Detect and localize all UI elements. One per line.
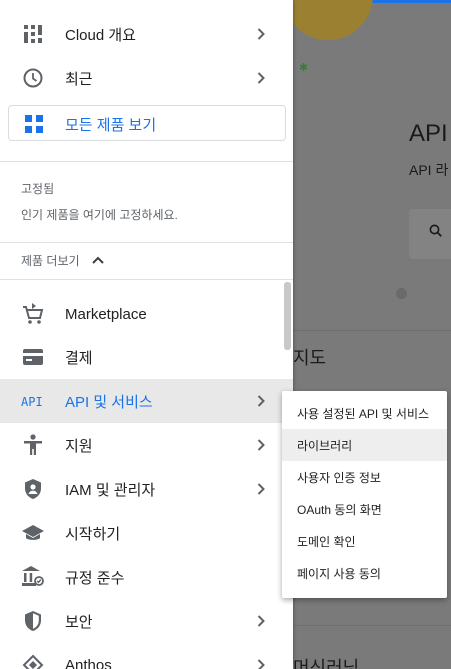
submenu-item-label: 라이브러리: [297, 438, 353, 453]
dashboard-icon: [21, 22, 45, 46]
chevron-right-icon: [257, 395, 265, 407]
search-icon: [429, 224, 442, 237]
hero-illustration: [283, 0, 373, 40]
scrollbar-thumb[interactable]: [284, 282, 291, 350]
grid-icon: [25, 115, 43, 133]
nav-item-label: 결제: [65, 349, 93, 367]
security-shield-icon: [21, 609, 45, 633]
submenu-item-label: OAuth 동의 화면: [297, 502, 382, 517]
nav-item-label: API 및 서비스: [65, 393, 153, 411]
compliance-icon: [21, 565, 45, 589]
pinned-section-title: 고정됨: [21, 182, 55, 196]
person-icon: [21, 433, 45, 457]
nav-item-iam-admin[interactable]: IAM 및 관리자: [0, 467, 293, 511]
graduation-cap-icon: [21, 521, 45, 545]
section-heading: 머신러닝: [293, 658, 360, 669]
api-services-submenu: 사용 설정된 API 및 서비스 라이브러리 사용자 인증 정보 OAuth 동…: [282, 391, 447, 598]
anthos-icon: [21, 653, 45, 669]
page-title: API: [409, 120, 448, 147]
nav-item-compliance[interactable]: 규정 준수: [0, 555, 293, 599]
chevron-right-icon: [257, 615, 265, 627]
chevron-right-icon: [257, 72, 265, 84]
nav-item-anthos[interactable]: Anthos: [0, 643, 293, 669]
nav-item-marketplace[interactable]: Marketplace: [0, 292, 293, 336]
api-icon: API: [21, 389, 45, 413]
chevron-up-icon: [91, 256, 104, 264]
cart-icon: [21, 302, 45, 326]
divider: [293, 330, 451, 331]
sparkle-icon: ✱: [299, 62, 309, 74]
nav-item-security[interactable]: 보안: [0, 599, 293, 643]
chevron-right-icon: [257, 28, 265, 40]
nav-item-label: Anthos: [65, 656, 112, 669]
more-products-label: 제품 더보기: [21, 253, 80, 268]
nav-item-label: 보안: [65, 613, 93, 631]
chevron-right-icon: [257, 659, 265, 669]
nav-item-support[interactable]: 지원: [0, 423, 293, 467]
clock-icon: [21, 66, 45, 90]
submenu-item-label: 사용자 인증 정보: [297, 470, 381, 485]
nav-item-label: 시작하기: [65, 525, 121, 543]
svg-text:API: API: [21, 395, 43, 408]
nav-item-label: Marketplace: [65, 305, 147, 323]
view-all-products-label: 모든 제품 보기: [65, 117, 157, 134]
shield-person-icon: [21, 477, 45, 501]
side-navigation: Cloud 개요 최근 모든 제품 보기 고정됨 인기 제품을 여기에 고정하세…: [0, 0, 293, 669]
nav-item-recent[interactable]: 최근: [0, 56, 293, 100]
nav-item-label: 규정 준수: [65, 569, 125, 587]
divider: [0, 242, 293, 243]
nav-item-billing[interactable]: 결제: [0, 335, 293, 379]
nav-item-label: 지원: [65, 437, 93, 455]
nav-item-label: Cloud 개요: [65, 26, 136, 44]
section-heading: 지도: [293, 348, 327, 368]
submenu-item-library[interactable]: 라이브러리: [282, 429, 447, 461]
chevron-right-icon: [257, 483, 265, 495]
view-all-products-button[interactable]: 모든 제품 보기: [8, 105, 286, 141]
submenu-item-oauth-consent[interactable]: OAuth 동의 화면: [282, 493, 447, 525]
submenu-item-page-usage-agreements[interactable]: 페이지 사용 동의: [282, 557, 447, 589]
nav-item-label: 최근: [65, 70, 93, 88]
divider: [0, 161, 293, 162]
submenu-item-label: 사용 설정된 API 및 서비스: [297, 406, 430, 421]
page-subtitle: API 라: [409, 162, 449, 178]
pinned-section-description: 인기 제품을 여기에 고정하세요.: [21, 208, 178, 222]
submenu-item-label: 도메인 확인: [297, 534, 356, 549]
nav-item-getting-started[interactable]: 시작하기: [0, 511, 293, 555]
nav-item-api-services[interactable]: API API 및 서비스: [0, 379, 293, 423]
submenu-item-credentials[interactable]: 사용자 인증 정보: [282, 461, 447, 493]
billing-icon: [21, 345, 45, 369]
more-products-toggle[interactable]: 제품 더보기: [21, 250, 106, 270]
submenu-item-domain-verification[interactable]: 도메인 확인: [282, 525, 447, 557]
divider: [293, 625, 451, 626]
carousel-dot: [396, 288, 407, 299]
divider: [0, 279, 293, 280]
nav-item-cloud-overview[interactable]: Cloud 개요: [0, 12, 293, 56]
nav-item-label: IAM 및 관리자: [65, 481, 156, 499]
submenu-item-enabled-apis[interactable]: 사용 설정된 API 및 서비스: [282, 397, 447, 429]
submenu-item-label: 페이지 사용 동의: [297, 566, 381, 581]
chevron-right-icon: [257, 439, 265, 451]
